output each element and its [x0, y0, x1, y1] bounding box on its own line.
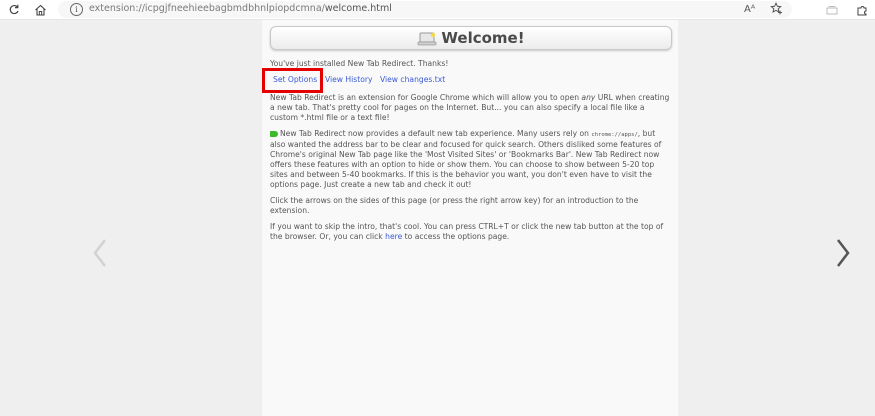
address-bar[interactable]: i extension://icpgjfneehieebagbmdbhnlpio… [58, 1, 792, 18]
info-icon[interactable]: i [70, 3, 83, 16]
prev-arrow-button[interactable] [88, 236, 112, 270]
collections-icon[interactable] [824, 2, 840, 18]
home-icon[interactable] [32, 2, 48, 18]
paragraph-default-experience: New Tab Redirect now provides a default … [270, 129, 662, 189]
paragraph-arrows: Click the arrows on the sides of this pa… [270, 196, 639, 215]
welcome-content: You've just installed New Tab Redirect. … [262, 59, 670, 248]
page-title: Welcome! [441, 29, 525, 47]
puzzle-icon[interactable] [854, 2, 870, 18]
next-arrow-button[interactable] [831, 236, 855, 270]
welcome-header: Welcome! [270, 26, 672, 50]
browser-toolbar: i extension://icpgjfneehieebagbmdbhnlpio… [0, 0, 875, 20]
tag-icon [270, 131, 278, 137]
paragraph-description: New Tab Redirect is an extension for Goo… [270, 93, 670, 122]
link-row: Set Options View History View changes.tx… [262, 68, 670, 93]
chevron-right-icon [837, 239, 850, 267]
view-history-link[interactable]: View History [325, 75, 372, 85]
intro-text: You've just installed New Tab Redirect. … [270, 59, 449, 68]
here-link[interactable]: here [385, 232, 402, 241]
highlight-box [262, 68, 323, 93]
refresh-icon[interactable] [6, 2, 22, 18]
view-changes-link[interactable]: View changes.txt [380, 75, 445, 85]
chevron-left-icon [93, 239, 106, 267]
read-aloud-icon[interactable]: Aᴬ [744, 4, 755, 15]
url-text[interactable]: extension://icpgjfneehieebagbmdbhnlpiopd… [89, 3, 392, 14]
welcome-panel: Welcome! You've just installed New Tab R… [262, 20, 678, 416]
paragraph-skip-intro: If you want to skip the intro, that's co… [270, 222, 664, 241]
laptop-icon [417, 31, 437, 46]
star-add-icon[interactable] [770, 1, 783, 18]
